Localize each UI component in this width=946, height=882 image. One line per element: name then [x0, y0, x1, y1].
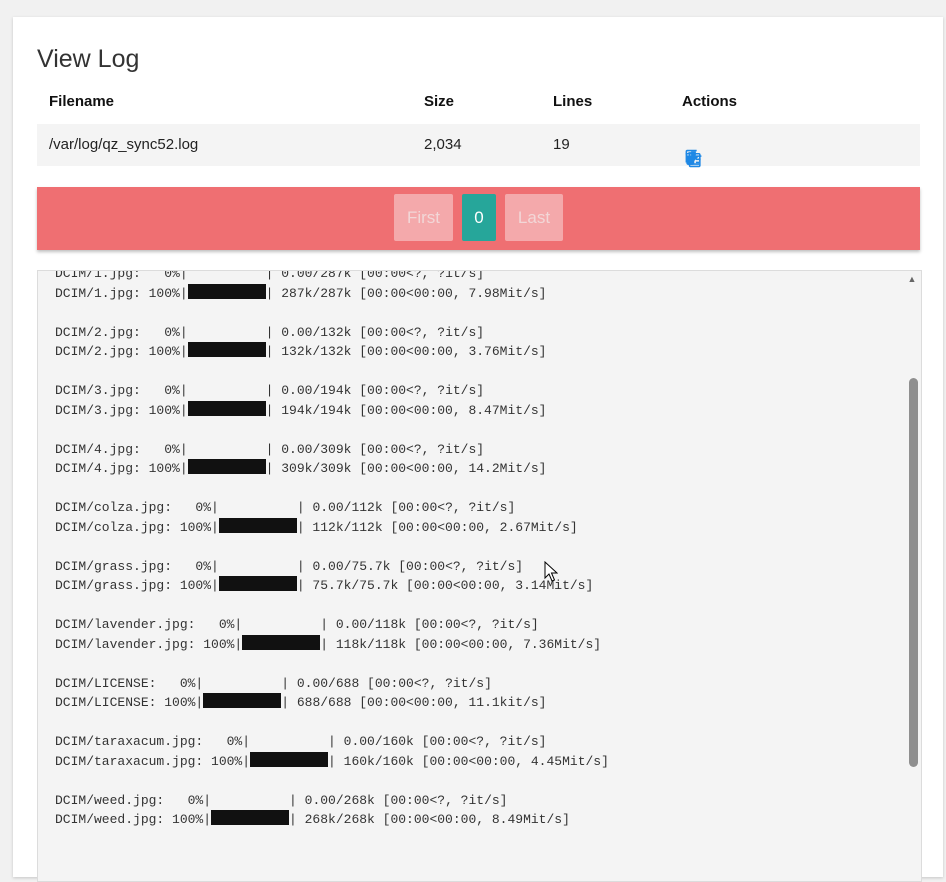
size-cell: 2,034	[424, 136, 462, 153]
log-line: DCIM/LICENSE: 100%| | 688/688 [00:00<00:0…	[55, 693, 609, 713]
log-viewer[interactable]: DCIM/1.jpg: 0%| | 0.00/287k [00:00<?, ?i…	[37, 270, 922, 882]
log-line-suffix: | 112k/112k [00:00<00:00, 2.67Mit/s]	[296, 519, 578, 535]
progress-bar-full	[187, 342, 266, 357]
log-blank-line	[55, 420, 609, 440]
log-line: DCIM/3.jpg: 0%| | 0.00/194k [00:00<?, ?i…	[55, 383, 485, 398]
log-line: DCIM/taraxacum.jpg: 100%| | 160k/160k [00…	[55, 751, 609, 772]
log-line: DCIM/grass.jpg: 0%| | 0.00/75.7k [00:00<…	[55, 558, 524, 574]
header-actions: Actions	[682, 93, 738, 110]
log-line-suffix: | 287k/287k [00:00<00:00, 7.98Mit/s]	[265, 285, 547, 301]
current-page-button[interactable]: 0	[462, 194, 496, 241]
filename-cell: /var/log/qz_sync52.log	[49, 136, 199, 153]
log-line: DCIM/taraxacum.jpg: 0%| | 0.00/160k [00:…	[55, 734, 547, 749]
log-blank-line	[55, 830, 609, 850]
scroll-up-arrow-icon[interactable]: ▲	[907, 274, 917, 284]
log-line-prefix: DCIM/lavender.jpg: 100%|	[55, 636, 243, 652]
log-line-suffix: | 160k/160k [00:00<00:00, 4.45Mit/s]	[328, 753, 609, 769]
log-blank-line	[55, 713, 609, 733]
log-line: DCIM/1.jpg: 100%| | 287k/287k [00:00<00:0…	[55, 283, 609, 304]
header-size: Size	[424, 93, 455, 110]
log-blank-line	[55, 771, 609, 791]
log-line-prefix: DCIM/1.jpg: 100%|	[55, 285, 188, 301]
view-log-card: View Log Filename Size Lines Actions /va…	[13, 17, 943, 882]
progress-bar-full	[203, 693, 282, 708]
log-blank-line	[55, 537, 609, 557]
progress-bar-full	[218, 517, 297, 533]
log-line: DCIM/LICENSE: 0%| | 0.00/688 [00:00<?, ?…	[55, 675, 492, 691]
log-line-prefix: DCIM/taraxacum.jpg: 100%|	[55, 753, 251, 769]
last-page-button[interactable]: Last	[505, 194, 563, 241]
log-line: DCIM/1.jpg: 0%| | 0.00/287k [00:00<?, ?i…	[55, 270, 485, 281]
progress-bar-full	[187, 400, 266, 416]
header-lines: Lines	[553, 93, 593, 110]
header-filename: Filename	[49, 93, 115, 110]
scrollbar-thumb[interactable]	[909, 378, 918, 767]
log-line: DCIM/3.jpg: 100%| | 194k/194k [00:00<00:0…	[55, 400, 609, 421]
log-line: DCIM/grass.jpg: 100%| | 75.7k/75.7k [00:0…	[55, 576, 609, 596]
log-line-prefix: DCIM/LICENSE: 100%|	[55, 695, 204, 710]
log-line: DCIM/4.jpg: 0%| | 0.00/309k [00:00<?, ?i…	[55, 441, 485, 457]
log-line: DCIM/colza.jpg: 100%| | 112k/112k [00:00<…	[55, 517, 609, 538]
progress-bar-full	[242, 634, 321, 650]
progress-bar-full	[211, 810, 290, 825]
log-line: DCIM/weed.jpg: 100%| | 268k/268k [00:00<0…	[55, 810, 609, 830]
lines-cell: 19	[553, 136, 570, 153]
log-line-suffix: | 118k/118k [00:00<00:00, 7.36Mit/s]	[320, 636, 602, 652]
log-line-suffix: | 132k/132k [00:00<00:00, 3.76Mit/s]	[265, 344, 547, 359]
log-blank-line	[55, 303, 609, 323]
delete-sweep-icon[interactable]	[683, 148, 704, 168]
log-line-prefix: DCIM/weed.jpg: 100%|	[55, 812, 212, 827]
progress-bar-full	[218, 576, 297, 591]
log-line: DCIM/2.jpg: 100%| | 132k/132k [00:00<00:0…	[55, 342, 609, 362]
log-line: DCIM/lavender.jpg: 100%| | 118k/118k [00:…	[55, 634, 609, 655]
log-blank-line	[55, 654, 609, 674]
progress-bar-full	[187, 459, 266, 474]
log-line: DCIM/lavender.jpg: 0%| | 0.00/118k [00:0…	[55, 617, 539, 632]
mouse-cursor-icon	[544, 561, 558, 582]
table-header: Filename Size Lines Actions	[37, 93, 920, 117]
log-line: DCIM/4.jpg: 100%| | 309k/309k [00:00<00:0…	[55, 459, 609, 479]
log-blank-line	[55, 479, 609, 499]
log-line-prefix: DCIM/grass.jpg: 100%|	[55, 578, 219, 593]
pagination-bar: First 0 Last	[37, 187, 920, 250]
progress-bar-full	[250, 751, 329, 767]
log-line-prefix: DCIM/colza.jpg: 100%|	[55, 519, 219, 535]
log-line-suffix: | 309k/309k [00:00<00:00, 14.2Mit/s]	[265, 461, 547, 476]
log-line-prefix: DCIM/3.jpg: 100%|	[55, 402, 188, 418]
log-blank-line	[55, 362, 609, 382]
log-line-suffix: | 688/688 [00:00<00:00, 11.1kit/s]	[281, 695, 547, 710]
log-line: DCIM/weed.jpg: 0%| | 0.00/268k [00:00<?,…	[55, 792, 508, 808]
page-title: View Log	[37, 45, 140, 73]
log-line-suffix: | 194k/194k [00:00<00:00, 8.47Mit/s]	[265, 402, 547, 418]
log-line-prefix: DCIM/2.jpg: 100%|	[55, 344, 188, 359]
first-page-button[interactable]: First	[394, 194, 453, 241]
log-line: DCIM/2.jpg: 0%| | 0.00/132k [00:00<?, ?i…	[55, 324, 485, 340]
log-content: DCIM/1.jpg: 0%| | 0.00/287k [00:00<?, ?i…	[55, 270, 609, 850]
table-row: /var/log/qz_sync52.log 2,034 19	[37, 124, 920, 168]
progress-bar-full	[187, 283, 266, 299]
log-line: DCIM/colza.jpg: 0%| | 0.00/112k [00:00<?…	[55, 500, 516, 515]
log-line-prefix: DCIM/4.jpg: 100%|	[55, 461, 188, 476]
log-line-suffix: | 268k/268k [00:00<00:00, 8.49Mit/s]	[289, 812, 570, 827]
log-blank-line	[55, 596, 609, 616]
